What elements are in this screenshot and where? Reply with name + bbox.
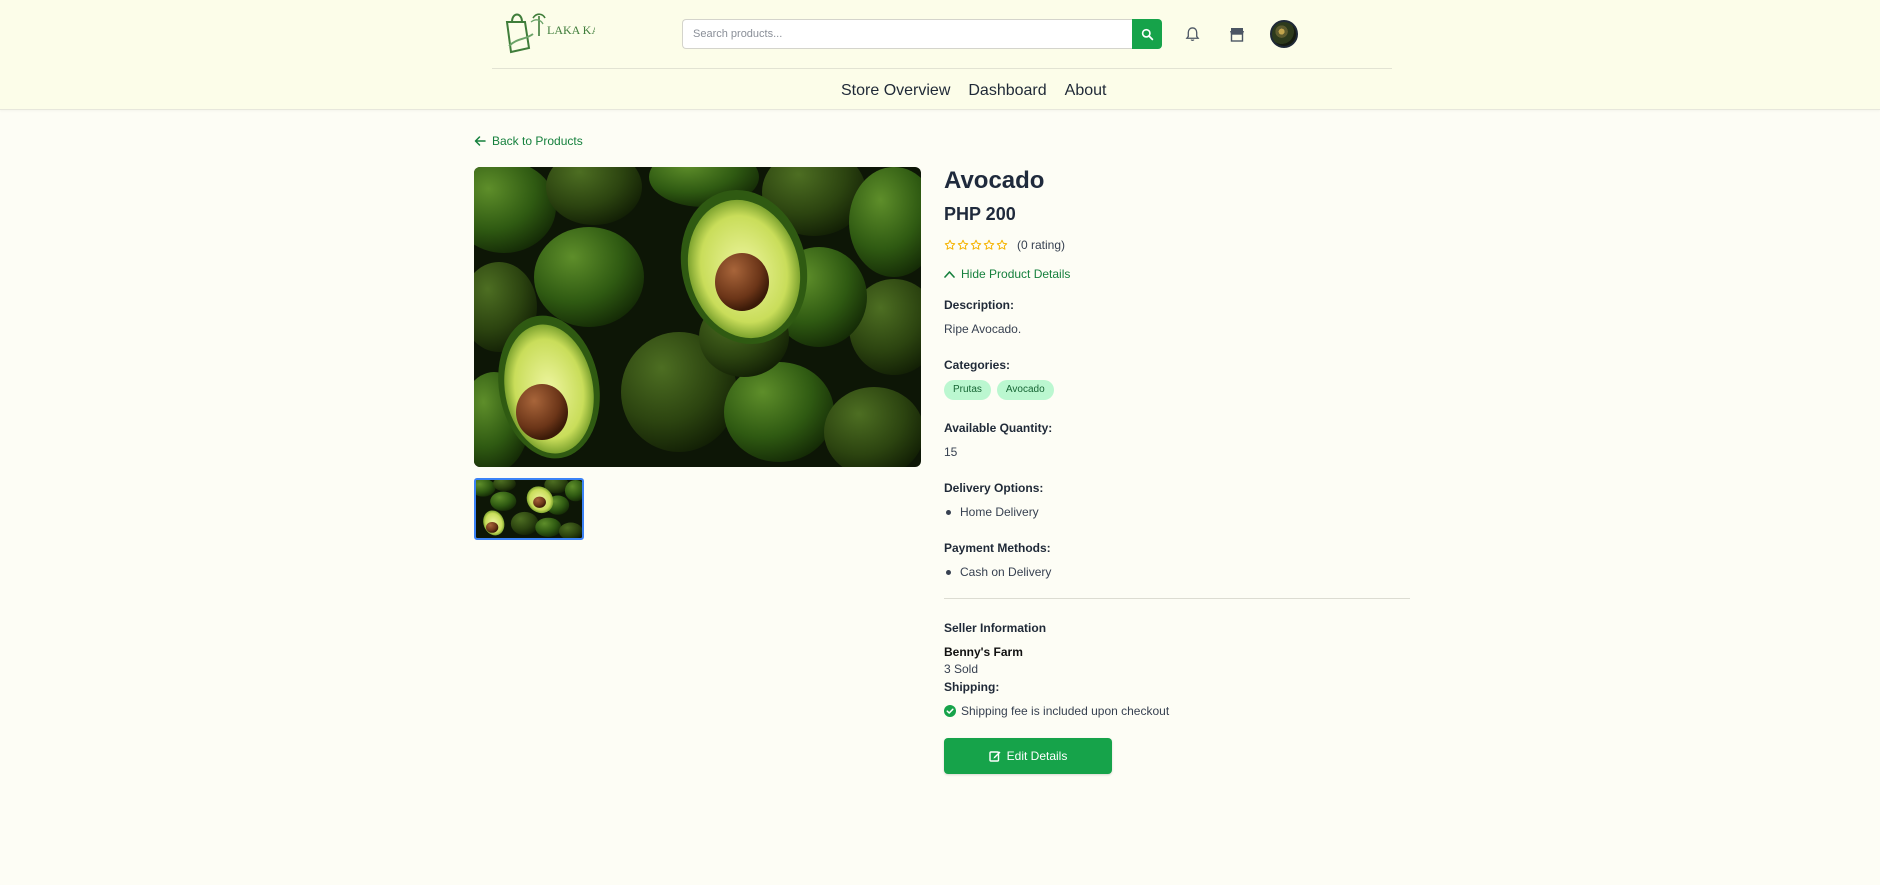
description-label: Description: — [944, 298, 1015, 312]
description-text: Ripe Avocado. — [944, 322, 1022, 336]
star-outline-icon — [944, 239, 956, 250]
star-outline-icon — [970, 239, 982, 250]
delivery-option-item: Home Delivery — [944, 505, 1039, 519]
quantity-label: Available Quantity: — [944, 421, 1053, 435]
logo-icon: LAKA KATI — [505, 13, 610, 54]
avocado-image — [474, 167, 921, 467]
search-button[interactable] — [1132, 19, 1162, 49]
search-bar — [682, 19, 1162, 49]
store-button[interactable] — [1225, 22, 1249, 46]
chevron-up-icon — [944, 271, 955, 278]
arrow-left-icon — [474, 136, 486, 146]
check-circle-icon — [944, 705, 956, 717]
product-main-image — [474, 167, 921, 467]
header-divider — [492, 68, 1392, 69]
edit-details-button[interactable]: Edit Details — [944, 738, 1112, 774]
store-icon — [1230, 27, 1244, 42]
nav-about[interactable]: About — [1056, 82, 1116, 100]
hide-product-details-toggle[interactable]: Hide Product Details — [944, 267, 1070, 281]
star-outline-icon — [957, 239, 969, 250]
delivery-options-label: Delivery Options: — [944, 481, 1044, 495]
main-nav: Store Overview Dashboard About — [832, 82, 1115, 100]
payment-method-text: Cash on Delivery — [960, 565, 1052, 579]
seller-info-heading: Seller Information — [944, 621, 1047, 635]
back-to-products-link[interactable]: Back to Products — [474, 134, 583, 148]
delivery-option-text: Home Delivery — [960, 505, 1039, 519]
payment-method-item: Cash on Delivery — [944, 565, 1051, 579]
rating-stars — [944, 239, 1008, 251]
nav-dashboard[interactable]: Dashboard — [959, 82, 1055, 100]
bullet-dot — [946, 509, 951, 515]
shipping-note-text: Shipping fee is included upon checkout — [961, 704, 1170, 718]
toggle-label: Hide Product Details — [961, 267, 1071, 281]
category-chip[interactable]: Avocado — [996, 380, 1054, 400]
seller-name[interactable]: Benny's Farm — [944, 645, 1023, 659]
quantity-value: 15 — [944, 445, 958, 459]
edit-icon — [988, 751, 1001, 762]
back-label: Back to Products — [492, 134, 583, 148]
avatar[interactable] — [1270, 20, 1298, 48]
section-divider — [944, 598, 1410, 599]
payment-methods-label: Payment Methods: — [944, 541, 1051, 555]
product-price: PHP 200 — [944, 204, 1016, 224]
seller-sold-count: 3 Sold — [944, 662, 979, 676]
shipping-note: Shipping fee is included upon checkout — [944, 704, 1169, 718]
notifications-button[interactable] — [1180, 22, 1204, 46]
search-input[interactable] — [682, 19, 1132, 49]
bullet-dot — [946, 569, 951, 575]
search-icon — [1141, 28, 1153, 40]
nav-store-overview[interactable]: Store Overview — [832, 82, 959, 100]
avocado-thumbnail-image — [476, 480, 582, 538]
edit-details-label: Edit Details — [1006, 749, 1068, 763]
product-rating: (0 rating) — [944, 238, 1065, 252]
store-logo[interactable]: LAKA KATI — [503, 8, 610, 58]
category-list: Prutas Avocado — [944, 380, 1054, 400]
logo-text: LAKA KATI — [547, 23, 595, 37]
product-title: Avocado — [944, 167, 1045, 194]
product-thumbnail[interactable] — [474, 478, 584, 540]
categories-label: Categories: — [944, 358, 1011, 372]
rating-text: (0 rating) — [1017, 238, 1066, 252]
shipping-label: Shipping: — [944, 680, 1000, 694]
star-outline-icon — [983, 239, 995, 250]
bell-icon — [1185, 27, 1199, 41]
star-outline-icon — [996, 239, 1008, 250]
category-chip[interactable]: Prutas — [944, 380, 991, 400]
top-header: LAKA KATI Store Overview Dashboard About — [0, 0, 1880, 110]
product-info: Avocado PHP 200 (0 rating) Hide Product … — [944, 167, 1410, 774]
